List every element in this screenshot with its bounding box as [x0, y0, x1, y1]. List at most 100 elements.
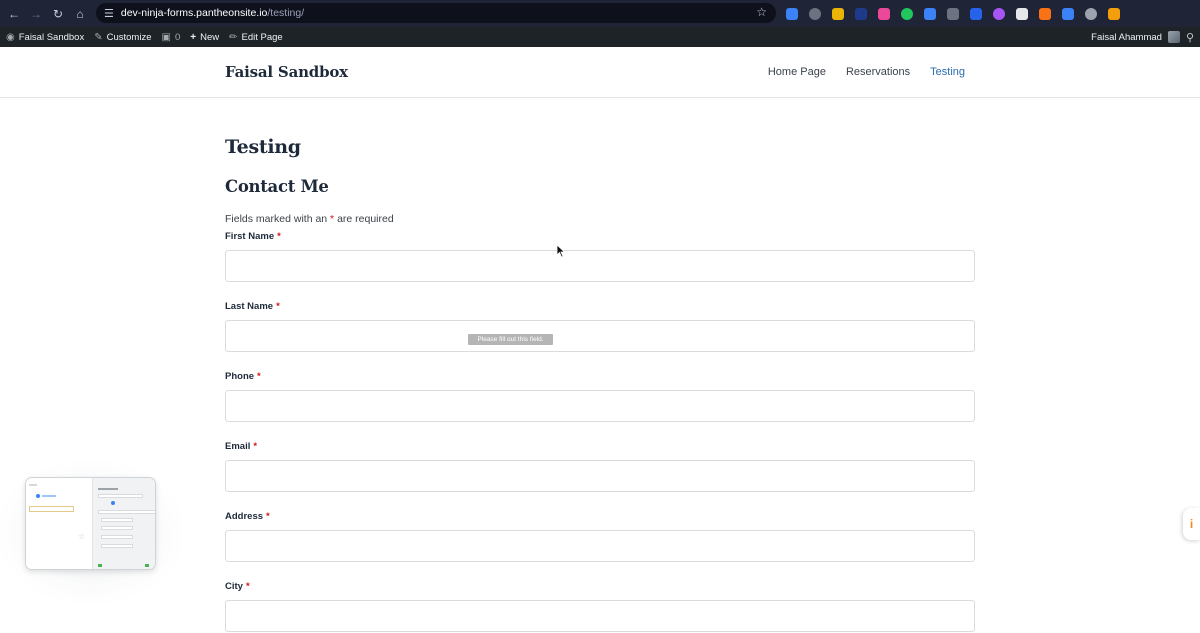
- extension-icon[interactable]: [901, 7, 913, 20]
- field-label: Last Name *: [225, 301, 975, 315]
- required-fields-note: Fields marked with an * are required: [225, 213, 394, 225]
- extension-icon[interactable]: [1062, 7, 1074, 20]
- required-star: *: [253, 441, 258, 452]
- required-star: *: [277, 231, 281, 242]
- field-label: Address *: [225, 511, 975, 525]
- nav-item-home-page[interactable]: Home Page: [768, 66, 826, 78]
- field-label: Email *: [225, 441, 975, 455]
- browser-toolbar: ← → ↻ ⌂ ☰ dev-ninja-forms.pantheonsite.i…: [0, 0, 1200, 27]
- admin-bar-new[interactable]: + New: [190, 32, 219, 43]
- required-note-star: *: [330, 213, 335, 225]
- first-name-input[interactable]: [225, 250, 975, 282]
- field-label: Phone *: [225, 371, 975, 385]
- preview-status: [98, 564, 102, 567]
- pencil-icon: ✏: [229, 31, 238, 43]
- home-icon[interactable]: ⌂: [69, 3, 91, 25]
- site-header: Faisal Sandbox Home Page Reservations Te…: [0, 47, 1200, 98]
- site-title[interactable]: Faisal Sandbox: [225, 63, 348, 81]
- preview-box: [98, 494, 143, 498]
- admin-bar-customize[interactable]: ✎ Customize: [94, 32, 151, 43]
- field-last-name: Last Name *: [225, 301, 975, 352]
- preview-line: [98, 488, 118, 490]
- extension-icon[interactable]: [1016, 7, 1028, 20]
- admin-bar-user-name[interactable]: Faisal Ahammad: [1091, 32, 1162, 43]
- search-icon[interactable]: ⚲: [1186, 31, 1194, 44]
- preview-box: [101, 526, 133, 530]
- feedback-tab[interactable]: i: [1183, 508, 1200, 540]
- field-label-text: Last Name: [225, 301, 274, 312]
- main-navigation: Home Page Reservations Testing: [768, 66, 965, 78]
- field-label: City *: [225, 581, 975, 595]
- admin-bar-site[interactable]: ◉ Faisal Sandbox: [6, 32, 84, 43]
- required-star: *: [257, 371, 261, 382]
- address-bar[interactable]: ☰ dev-ninja-forms.pantheonsite.io/testin…: [96, 3, 776, 23]
- admin-bar-comments[interactable]: ▣ 0: [161, 32, 180, 43]
- field-email: Email *: [225, 441, 975, 492]
- forward-arrow-icon[interactable]: →: [25, 3, 47, 25]
- wp-admin-bar: ◉ Faisal Sandbox ✎ Customize ▣ 0 + New ✏…: [0, 27, 1200, 47]
- required-star: *: [276, 301, 280, 312]
- extension-icon[interactable]: [1039, 7, 1051, 20]
- preview-right-pane: [92, 478, 155, 569]
- extension-icon[interactable]: [832, 7, 844, 20]
- preview-dot: [111, 501, 115, 505]
- url-path: /testing/: [267, 7, 305, 19]
- required-note-before: Fields marked with an: [225, 213, 328, 225]
- email-input[interactable]: [225, 460, 975, 492]
- field-label-text: Email: [225, 441, 251, 452]
- preview-line: [42, 495, 56, 497]
- extension-icon[interactable]: [855, 7, 867, 20]
- extension-icon[interactable]: [970, 7, 982, 20]
- comment-icon: ▣: [161, 31, 171, 43]
- star-icon[interactable]: ☆: [756, 5, 767, 19]
- extension-icon[interactable]: [993, 7, 1005, 20]
- url-host: dev-ninja-forms.pantheonsite.io: [120, 7, 268, 19]
- preview-box: [101, 518, 133, 522]
- nav-item-reservations[interactable]: Reservations: [846, 66, 910, 78]
- mouse-cursor-icon: [556, 244, 566, 258]
- field-first-name: First Name *: [225, 231, 975, 282]
- extensions-bar: [786, 5, 1126, 22]
- star-icon: ☆: [78, 532, 86, 541]
- extension-icon[interactable]: [947, 7, 959, 20]
- site-info-icon[interactable]: ☰: [104, 7, 114, 20]
- admin-bar-site-name: Faisal Sandbox: [18, 31, 85, 43]
- field-label-text: Address: [225, 511, 264, 522]
- avatar[interactable]: [1167, 31, 1180, 43]
- field-label: First Name *: [225, 231, 975, 245]
- preview-box: [29, 506, 74, 512]
- extension-icon[interactable]: [809, 7, 821, 20]
- nav-item-testing[interactable]: Testing: [930, 66, 965, 78]
- address-input[interactable]: [225, 530, 975, 562]
- field-label-text: Phone: [225, 371, 255, 382]
- required-star: *: [245, 581, 250, 592]
- screen-recording-preview[interactable]: ☆: [25, 477, 156, 570]
- preview-left-pane: ☆: [26, 478, 92, 569]
- plus-icon: +: [190, 31, 197, 43]
- city-input[interactable]: [225, 600, 975, 632]
- preview-status: [145, 564, 149, 567]
- dashboard-icon: ◉: [6, 31, 15, 43]
- validation-tooltip: Please fill out this field.: [468, 334, 553, 345]
- comments-count: 0: [174, 31, 181, 43]
- form-title: Contact Me: [225, 177, 329, 196]
- admin-bar-edit-page[interactable]: ✏ Edit Page: [229, 32, 283, 43]
- brush-icon: ✎: [94, 31, 103, 43]
- info-icon: i: [1189, 517, 1194, 531]
- field-label-text: First Name: [225, 231, 275, 242]
- extension-icon[interactable]: [786, 7, 798, 20]
- required-star: *: [266, 511, 270, 522]
- extension-icon[interactable]: [924, 7, 936, 20]
- field-phone: Phone *: [225, 371, 975, 422]
- reload-icon[interactable]: ↻: [47, 3, 69, 25]
- back-arrow-icon[interactable]: ←: [3, 3, 25, 25]
- admin-bar-customize-label: Customize: [106, 31, 152, 43]
- preview-dot: [36, 494, 40, 498]
- phone-input[interactable]: [225, 390, 975, 422]
- last-name-input[interactable]: [225, 320, 975, 352]
- extension-icon[interactable]: [1108, 7, 1120, 20]
- page-title: Testing: [225, 136, 301, 158]
- extension-icon[interactable]: [1085, 7, 1097, 20]
- admin-bar-new-label: New: [200, 31, 220, 43]
- extension-icon[interactable]: [878, 7, 890, 20]
